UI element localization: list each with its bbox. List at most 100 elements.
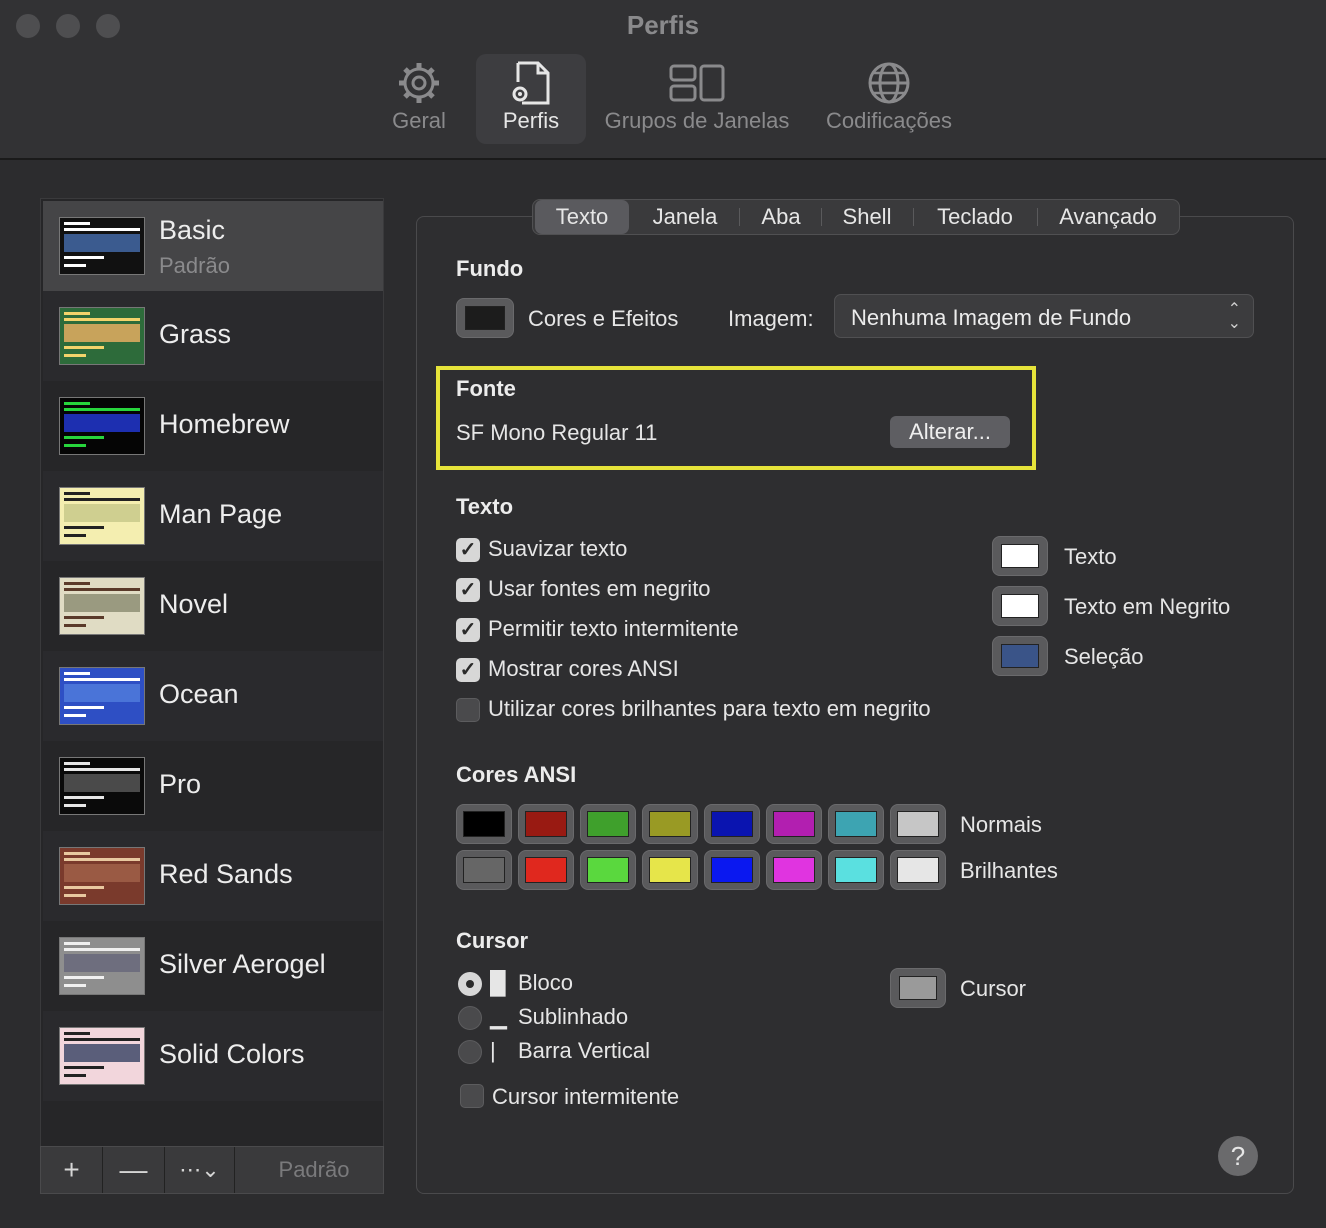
cursor-style-radio[interactable] [458, 1040, 482, 1064]
text-option-label: Utilizar cores brilhantes para texto em … [488, 696, 931, 721]
tab-texto[interactable]: Texto [535, 200, 629, 234]
profile-name: Basic [159, 215, 226, 245]
toolbar-codificacoes[interactable]: Codificações [818, 54, 960, 144]
preview-line [64, 678, 140, 681]
add-profile-button[interactable]: + [41, 1147, 103, 1193]
background-image-select[interactable]: Nenhuma Imagem de Fundo ⌃ ⌄ [834, 294, 1254, 338]
preview-line [64, 684, 140, 702]
text-color-well[interactable] [992, 586, 1048, 626]
ansi-color-swatch [897, 857, 939, 883]
profile-list-footer: + — ⋯⌄ Padrão [40, 1146, 384, 1194]
toolbar-geral[interactable]: Geral [380, 54, 458, 144]
tab-avancado[interactable]: Avançado [1039, 200, 1177, 234]
ansi-color-swatch [711, 857, 753, 883]
preview-line [64, 672, 90, 675]
ansi-color-swatch [525, 857, 567, 883]
preview-line [64, 774, 140, 792]
preview-line [64, 228, 140, 231]
profile-item[interactable]: Ocean [43, 651, 383, 741]
text-color-well[interactable] [992, 536, 1048, 576]
cursor-blink-checkbox[interactable] [460, 1084, 484, 1108]
background-color-well[interactable] [456, 298, 514, 338]
profile-name: Solid Colors [159, 1039, 305, 1069]
text-option-checkbox[interactable]: ✓ [456, 618, 480, 642]
ansi-normal-color-well[interactable] [518, 804, 574, 844]
preview-line [64, 264, 86, 267]
cursor-style-glyph-icon: █ [490, 970, 506, 995]
ansi-normal-color-well[interactable] [456, 804, 512, 844]
text-option-label: Usar fontes em negrito [488, 576, 711, 601]
preview-line [64, 222, 90, 225]
tab-janela[interactable]: Janela [633, 200, 737, 234]
profile-name: Ocean [159, 679, 239, 709]
text-option-checkbox[interactable]: ✓ [456, 578, 480, 602]
profile-item[interactable]: Solid Colors [43, 1011, 383, 1101]
background-swatch [465, 306, 505, 330]
ansi-color-swatch [463, 857, 505, 883]
cursor-style-label: Barra Vertical [518, 1038, 651, 1063]
ansi-color-swatch [897, 811, 939, 837]
ansi-bright-color-well[interactable] [642, 850, 698, 890]
tab-separator [1037, 208, 1038, 226]
ansi-color-swatch [773, 811, 815, 837]
ansi-bright-color-well[interactable] [518, 850, 574, 890]
more-actions-button[interactable]: ⋯⌄ [165, 1147, 235, 1193]
cursor-style-radio[interactable] [458, 972, 482, 996]
profile-default-tag: Padrão [159, 253, 230, 278]
text-color-well[interactable] [992, 636, 1048, 676]
gear-icon [399, 63, 439, 103]
toolbar-perfis[interactable]: Perfis [476, 54, 586, 144]
ansi-bright-color-well[interactable] [580, 850, 636, 890]
text-option-checkbox[interactable]: ✓ [456, 658, 480, 682]
profile-item[interactable]: Novel [43, 561, 383, 651]
globe-icon [868, 62, 910, 104]
toolbar-grupos-de-janelas[interactable]: Grupos de Janelas [598, 54, 796, 144]
preview-line [64, 582, 90, 585]
ansi-normal-color-well[interactable] [766, 804, 822, 844]
toolbar-label: Geral [392, 108, 446, 133]
ansi-color-swatch [711, 811, 753, 837]
preview-line [64, 804, 86, 807]
text-option-checkbox[interactable]: ✓ [456, 538, 480, 562]
toolbar-label: Perfis [502, 108, 560, 133]
text-option-checkbox[interactable] [456, 698, 480, 722]
preview-line [64, 942, 90, 945]
profile-item[interactable]: Silver Aerogel [43, 921, 383, 1011]
preview-line [64, 714, 86, 717]
ansi-bright-label: Brilhantes [960, 858, 1058, 883]
tab-aba[interactable]: Aba [741, 200, 821, 234]
remove-profile-button[interactable]: — [103, 1147, 165, 1193]
change-font-button[interactable]: Alterar... [890, 416, 1010, 448]
ansi-bright-color-well[interactable] [766, 850, 822, 890]
preview-line [64, 414, 140, 432]
ansi-normal-color-well[interactable] [704, 804, 760, 844]
profile-item[interactable]: Pro [43, 741, 383, 831]
profile-item[interactable]: Basic Padrão [43, 201, 383, 291]
cursor-style-radio[interactable] [458, 1006, 482, 1030]
tab-shell[interactable]: Shell [823, 200, 911, 234]
profile-list[interactable]: Basic Padrão Grass Homebrew Man Page Novel Oce… [40, 198, 384, 1192]
profile-item[interactable]: Homebrew [43, 381, 383, 471]
tab-teclado[interactable]: Teclado [915, 200, 1035, 234]
preview-line [64, 534, 86, 537]
ansi-bright-color-well[interactable] [828, 850, 884, 890]
preview-line [64, 1044, 140, 1062]
ansi-normal-color-well[interactable] [828, 804, 884, 844]
cursor-style-glyph-icon: ▁ [490, 1004, 507, 1029]
help-button[interactable]: ? [1218, 1136, 1258, 1176]
cursor-color-well[interactable] [890, 968, 946, 1008]
ansi-normal-color-well[interactable] [580, 804, 636, 844]
ansi-normal-color-well[interactable] [642, 804, 698, 844]
ansi-bright-color-well[interactable] [890, 850, 946, 890]
profile-item[interactable]: Grass [43, 291, 383, 381]
cursor-blink-label: Cursor intermitente [492, 1084, 680, 1109]
profile-item[interactable]: Red Sands [43, 831, 383, 921]
text-color-label: Texto em Negrito [1064, 594, 1231, 619]
set-default-button[interactable]: Padrão [245, 1147, 383, 1193]
ansi-bright-color-well[interactable] [704, 850, 760, 890]
tab-separator [739, 208, 740, 226]
preview-line [64, 346, 104, 349]
ansi-normal-color-well[interactable] [890, 804, 946, 844]
profile-item[interactable]: Man Page [43, 471, 383, 561]
ansi-bright-color-well[interactable] [456, 850, 512, 890]
